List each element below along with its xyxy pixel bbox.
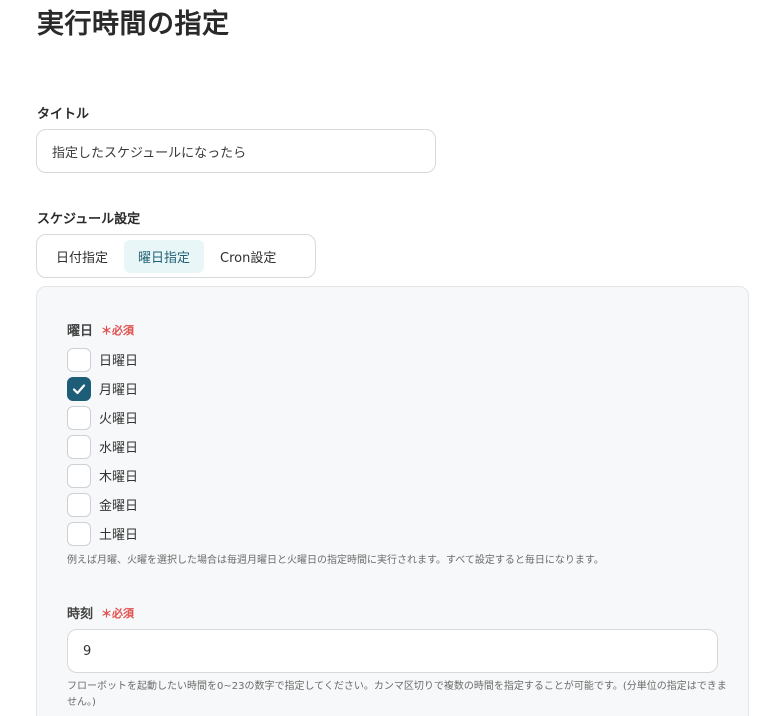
time-field-label: 時刻 ＊必須 [67, 603, 135, 623]
required-badge: ＊必須 [101, 323, 135, 337]
tab-weekday[interactable]: 曜日指定 [124, 239, 205, 273]
weekday-option-label: 日曜日 [99, 354, 139, 369]
weekday-field-label: 曜日 ＊必須 [67, 320, 135, 340]
checkbox[interactable] [67, 492, 91, 517]
weekday-option-label: 土曜日 [99, 528, 139, 543]
schedule-label: スケジュール設定 [37, 212, 141, 227]
weekday-checkbox-list: 日曜日 月曜日 火曜日 水曜日 木曜日 金曜日 土曜日 [67, 345, 138, 548]
weekday-option-sunday[interactable]: 日曜日 [67, 345, 138, 374]
weekday-option-label: 水曜日 [99, 441, 139, 456]
checkbox[interactable] [67, 434, 91, 459]
weekday-option-label: 木曜日 [99, 470, 139, 485]
weekday-option-label: 金曜日 [99, 499, 139, 514]
schedule-tabs: 日付指定 曜日指定 Cron設定 [36, 234, 316, 278]
tab-cron[interactable]: Cron設定 [206, 240, 290, 273]
checkbox[interactable] [67, 376, 91, 401]
weekday-option-tuesday[interactable]: 火曜日 [67, 403, 138, 432]
time-label-text: 時刻 [67, 607, 94, 622]
weekday-label-text: 曜日 [67, 324, 94, 339]
checkbox[interactable] [67, 463, 91, 488]
weekday-help-text: 例えば月曜、火曜を選択した場合は毎週月曜日と火曜日の指定時間に実行されます。すべ… [67, 555, 604, 566]
title-field-label: タイトル [37, 107, 90, 122]
weekday-option-monday[interactable]: 月曜日 [67, 374, 138, 403]
checkbox[interactable] [67, 521, 91, 546]
time-help-text: フローボットを起動したい時間を0~23の数字で指定してください。カンマ区切りで複… [67, 681, 727, 708]
weekday-option-label: 月曜日 [99, 383, 139, 398]
time-input[interactable] [67, 629, 718, 673]
weekday-option-wednesday[interactable]: 水曜日 [67, 432, 138, 461]
checkbox[interactable] [67, 405, 91, 430]
weekday-option-saturday[interactable]: 土曜日 [67, 519, 138, 548]
title-input[interactable] [36, 129, 436, 173]
weekday-option-friday[interactable]: 金曜日 [67, 490, 138, 519]
required-badge: ＊必須 [101, 606, 135, 620]
check-icon [72, 383, 86, 394]
tab-date[interactable]: 日付指定 [42, 240, 122, 273]
weekday-option-label: 火曜日 [99, 412, 139, 427]
page-title: 実行時間の指定 [37, 9, 230, 40]
checkbox[interactable] [67, 347, 91, 372]
weekday-option-thursday[interactable]: 木曜日 [67, 461, 138, 490]
